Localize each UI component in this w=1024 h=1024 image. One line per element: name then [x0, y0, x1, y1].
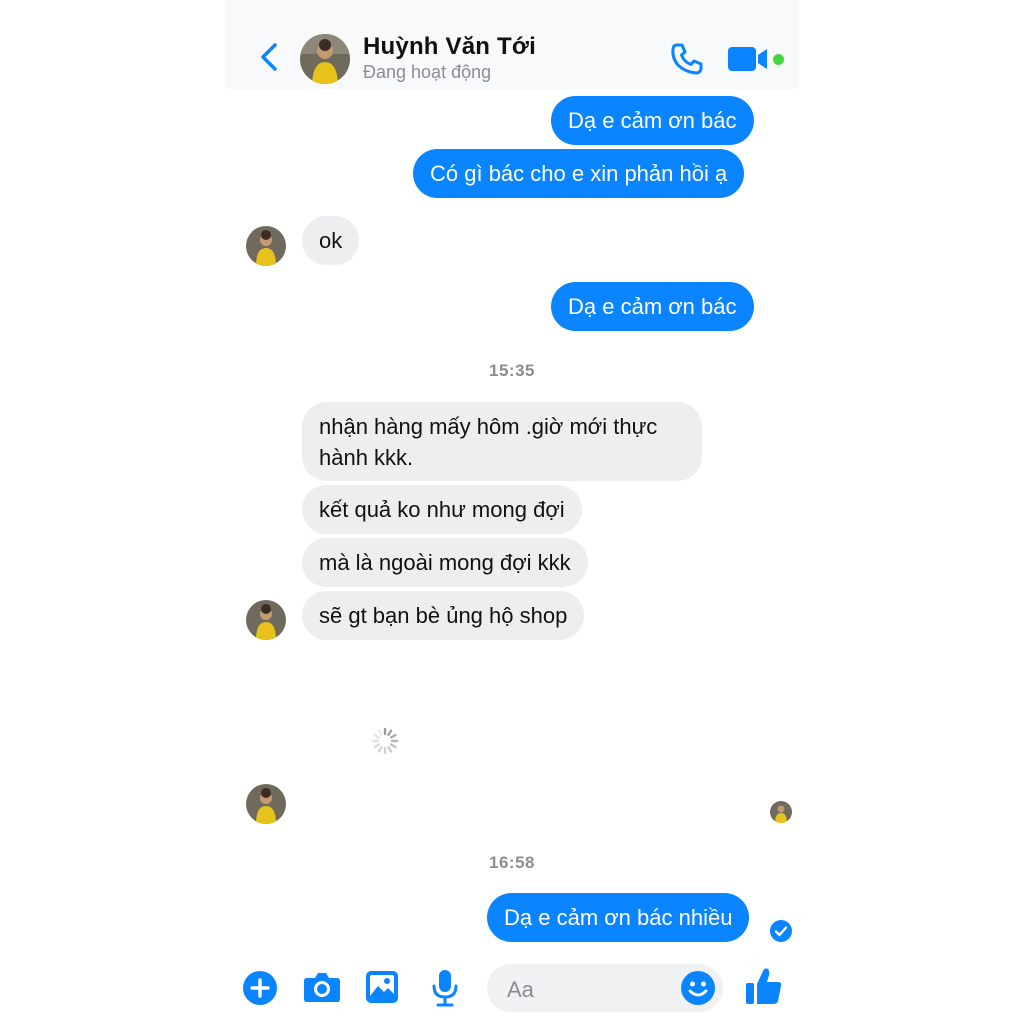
contact-avatar-small: [246, 600, 286, 640]
message-composer: Aa: [225, 958, 799, 1024]
seen-receipt-avatar: [770, 801, 792, 823]
chat-header: Huỳnh Văn Tới Đang hoạt động: [225, 0, 799, 89]
message-bubble-outgoing[interactable]: Dạ e cảm ơn bác nhiều: [487, 893, 750, 942]
phone-icon[interactable]: [669, 41, 705, 77]
online-indicator: [773, 54, 784, 65]
loading-spinner-icon: [371, 727, 399, 755]
back-chevron-icon[interactable]: [255, 42, 285, 72]
microphone-icon[interactable]: [432, 969, 458, 1007]
message-bubble-incoming[interactable]: mà là ngoài mong đợi kkk: [302, 538, 588, 587]
message-bubble-incoming[interactable]: ok: [302, 216, 360, 265]
message-bubble-outgoing[interactable]: Dạ e cảm ơn bác: [551, 282, 754, 331]
contact-avatar[interactable]: [300, 34, 350, 84]
message-bubble-outgoing[interactable]: Dạ e cảm ơn bác: [551, 96, 754, 145]
timestamp: 16:58: [489, 853, 535, 872]
message-bubble-incoming[interactable]: sẽ gt bạn bè ủng hộ shop: [302, 591, 585, 640]
thumbs-up-icon[interactable]: [745, 966, 783, 1006]
message-input-placeholder: Aa: [507, 977, 534, 1002]
photo-icon[interactable]: [365, 970, 399, 1004]
messenger-screen: Huỳnh Văn Tới Đang hoạt động Dạ e cảm ơn…: [225, 0, 799, 1024]
video-camera-icon[interactable]: [727, 44, 771, 74]
contact-avatar-small: [246, 784, 286, 824]
contact-avatar-small: [246, 226, 286, 266]
contact-name[interactable]: Huỳnh Văn Tới: [363, 33, 536, 61]
emoji-icon[interactable]: [681, 971, 715, 1005]
plus-icon[interactable]: [243, 971, 277, 1005]
camera-icon[interactable]: [303, 971, 341, 1003]
delivered-check-icon: [770, 920, 792, 942]
active-status: Đang hoạt động: [363, 62, 492, 82]
message-bubble-outgoing[interactable]: Có gì bác cho e xin phản hồi ạ: [413, 149, 745, 198]
message-bubble-incoming[interactable]: kết quả ko như mong đợi: [302, 485, 582, 534]
message-bubble-incoming[interactable]: nhận hàng mấy hôm .giờ mới thực hành kkk…: [302, 402, 702, 481]
timestamp: 15:35: [489, 361, 535, 380]
message-input[interactable]: Aa: [487, 964, 723, 1012]
